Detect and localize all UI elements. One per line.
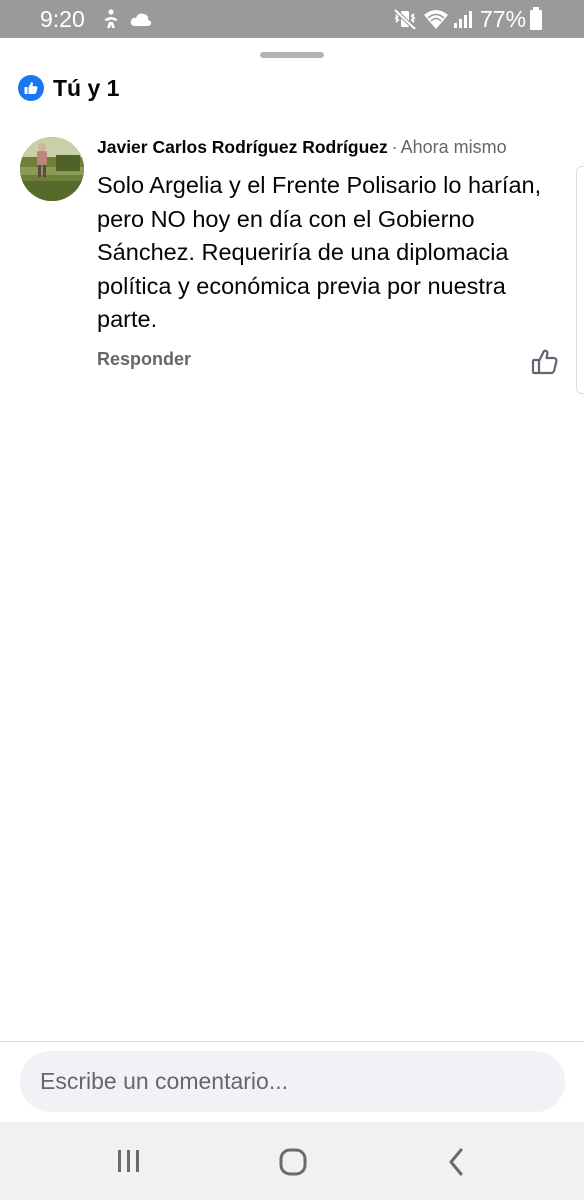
battery-icon (529, 7, 543, 36)
home-icon[interactable] (278, 1147, 308, 1182)
accessibility-icon (100, 8, 122, 35)
signal-icon (452, 8, 474, 35)
reactions-count-text: Tú y 1 (53, 74, 120, 101)
avatar[interactable] (20, 137, 84, 201)
sheet-drag-handle[interactable] (260, 52, 324, 58)
comment-author[interactable]: Javier Carlos Rodríguez Rodríguez (97, 137, 388, 157)
composer-divider (0, 1041, 584, 1042)
cloud-icon (130, 11, 152, 32)
reply-button[interactable]: Responder (97, 349, 191, 370)
battery-percent: 77% (480, 6, 527, 32)
comments-sheet: Tú y 1 Javier Carlos Rodríguez Rodríguez… (0, 38, 584, 1122)
like-icon (18, 75, 44, 101)
comment-input[interactable] (20, 1051, 565, 1112)
wifi-icon (423, 8, 449, 35)
comment-text: Solo Argelia y el Frente Polisario lo ha… (97, 172, 542, 332)
recent-apps-icon[interactable] (115, 1148, 143, 1179)
scroll-indicator (576, 166, 584, 394)
status-time: 9:20 (40, 6, 85, 32)
navigation-bar (0, 1122, 584, 1200)
thumbs-up-outline-icon[interactable] (530, 347, 560, 377)
comment-header: Javier Carlos Rodríguez Rodríguez · Ahora … (97, 137, 507, 158)
mute-vibrate-icon (392, 8, 418, 35)
reactions-summary[interactable]: Tú y 1 (18, 74, 119, 102)
status-bar: 9:20 77% (0, 0, 584, 38)
meta-separator: · (391, 137, 398, 157)
comment-timestamp: Ahora mismo (400, 137, 507, 157)
back-icon[interactable] (446, 1147, 466, 1182)
